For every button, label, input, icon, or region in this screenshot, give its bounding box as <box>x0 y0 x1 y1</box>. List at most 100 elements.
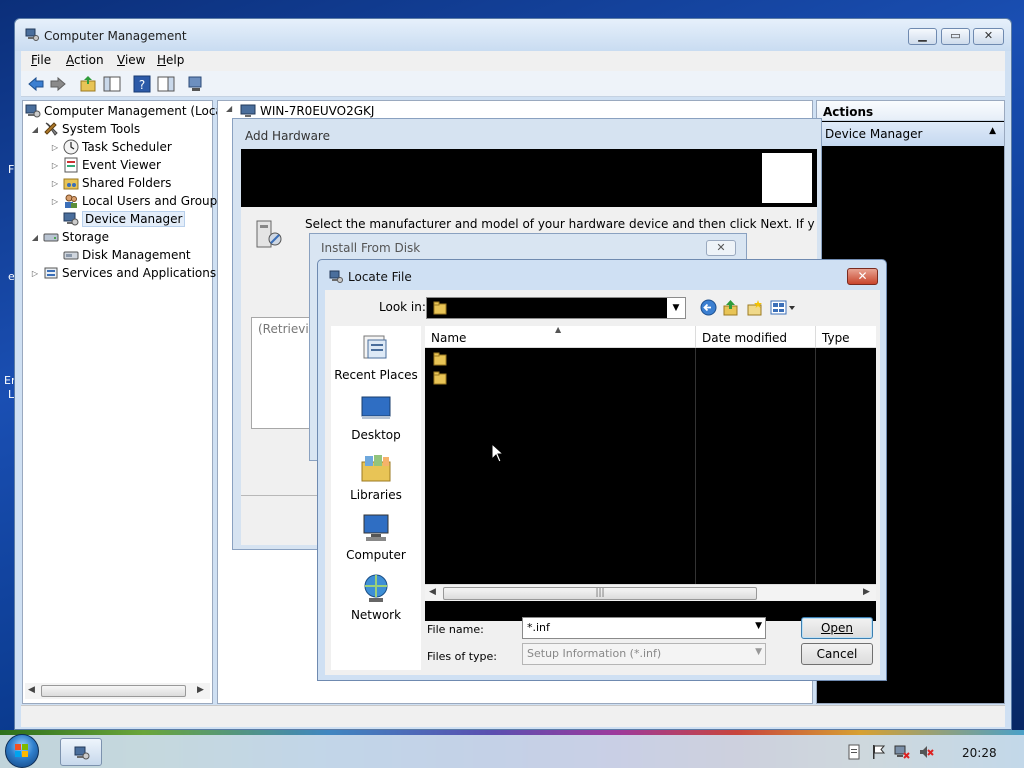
files-of-type-label: Files of type: <box>427 650 498 663</box>
place-network[interactable]: Network <box>331 572 421 622</box>
expand-triangle-icon[interactable]: ▷ <box>49 161 61 170</box>
tree-horizontal-scrollbar[interactable]: ◀ ▶ <box>25 683 210 699</box>
place-recent-places[interactable]: Recent Places <box>331 332 421 382</box>
tree-item-event-viewer[interactable]: ▷ Event Viewer <box>49 156 161 174</box>
menu-action[interactable]: Action <box>66 53 104 67</box>
collapse-triangle-icon[interactable]: ◢ <box>29 233 41 242</box>
column-header-name[interactable]: ▲ Name <box>425 325 696 348</box>
scrollbar-thumb[interactable]: ||| <box>443 587 757 600</box>
view-menu-icon[interactable] <box>770 299 796 316</box>
tree-item-system-tools[interactable]: ◢ System Tools <box>29 120 140 138</box>
cancel-button[interactable]: Cancel <box>801 643 873 665</box>
up-folder-icon[interactable] <box>79 75 97 93</box>
menu-help[interactable]: Help <box>157 53 184 67</box>
tree-item-task-scheduler[interactable]: ▷ Task Scheduler <box>49 138 172 156</box>
model-list[interactable]: (Retrieving <box>251 317 311 429</box>
file-name-input[interactable]: *.inf ▼ <box>522 617 766 639</box>
look-in-dropdown[interactable]: ▼ <box>426 297 686 319</box>
start-button[interactable] <box>5 734 39 768</box>
show-hide-tree-icon[interactable] <box>103 75 121 93</box>
dialog-title: Install From Disk <box>321 241 421 255</box>
storage-icon <box>43 233 59 242</box>
title-bar[interactable]: Computer Management ▁ ▭ ✕ <box>15 19 1011 51</box>
network-disconnected-icon[interactable] <box>894 744 910 760</box>
tree-item-root[interactable]: Computer Management (Local <box>25 102 226 120</box>
tree-item-disk-management[interactable]: Disk Management <box>49 246 191 264</box>
tree-item-storage[interactable]: ◢ Storage <box>29 228 109 246</box>
help-icon[interactable]: ? <box>133 75 151 93</box>
expand-triangle-icon[interactable]: ▷ <box>49 179 61 188</box>
services-icon <box>44 267 58 279</box>
open-button[interactable]: Open <box>801 617 873 639</box>
maximize-button[interactable]: ▭ <box>941 28 970 45</box>
tree-item-local-users[interactable]: ▷ Local Users and Groups <box>49 192 224 210</box>
folder-icon[interactable] <box>433 352 447 366</box>
close-button[interactable]: ✕ <box>847 268 878 285</box>
computer-icon <box>240 104 256 117</box>
network-icon <box>364 574 388 602</box>
dropdown-arrow-icon[interactable]: ▼ <box>755 647 762 657</box>
collapse-triangle-icon[interactable]: ◢ <box>29 125 41 134</box>
forward-arrow-icon[interactable] <box>49 75 67 93</box>
tree-item-device-manager[interactable]: Device Manager <box>49 210 186 228</box>
files-of-type-dropdown[interactable]: Setup Information (*.inf) ▼ <box>522 643 766 665</box>
menu-view[interactable]: View <box>117 53 145 67</box>
back-arrow-icon[interactable] <box>700 299 717 316</box>
expand-triangle-icon[interactable]: ▷ <box>49 143 61 152</box>
clock[interactable]: 20:28 <box>962 746 997 760</box>
windows-logo-icon <box>15 744 28 757</box>
place-desktop[interactable]: Desktop <box>331 392 421 442</box>
file-name-label: File name: <box>427 623 484 636</box>
place-computer[interactable]: Computer <box>331 512 421 562</box>
expand-triangle-icon[interactable]: ▷ <box>29 269 41 278</box>
look-in-label: Look in: <box>379 300 426 314</box>
minimize-button[interactable]: ▁ <box>908 28 937 45</box>
computer-management-icon <box>25 104 41 118</box>
folder-icon[interactable] <box>433 371 447 385</box>
column-divider <box>815 348 816 584</box>
dialog-title: Add Hardware <box>245 129 330 143</box>
column-header-type[interactable]: Type <box>816 326 876 348</box>
scroll-left-arrow-icon[interactable]: ◀ <box>429 587 436 597</box>
back-arrow-icon[interactable] <box>27 75 45 93</box>
collapse-up-icon[interactable]: ▲ <box>989 126 996 136</box>
scroll-left-arrow-icon[interactable]: ◀ <box>28 685 35 695</box>
expand-triangle-icon[interactable]: ▷ <box>49 197 61 206</box>
volume-muted-icon[interactable] <box>918 744 934 760</box>
taskbar: 20:28 <box>0 730 1024 768</box>
file-list-horizontal-scrollbar[interactable]: ◀ ||| ▶ <box>425 584 876 601</box>
computer-management-icon <box>74 746 90 760</box>
action-center-flag-icon[interactable] <box>870 744 886 760</box>
file-list[interactable]: ▲ Name Date modified Type ◀ ||| ▶ <box>425 325 876 621</box>
wizard-banner <box>241 149 817 207</box>
close-button[interactable]: ✕ <box>706 240 736 256</box>
clock-icon <box>63 139 79 155</box>
device-manager-icon <box>63 212 79 226</box>
scroll-right-arrow-icon[interactable]: ▶ <box>863 587 870 597</box>
up-folder-icon[interactable] <box>722 299 739 316</box>
column-header-date-modified[interactable]: Date modified <box>696 326 816 348</box>
new-folder-icon[interactable] <box>746 299 763 316</box>
mouse-cursor-icon <box>491 443 505 463</box>
computer-name: WIN-7R0EUVO2GKJ <box>260 104 375 118</box>
dropdown-arrow-icon[interactable]: ▼ <box>667 298 685 318</box>
taskbar-computer-management[interactable] <box>60 738 102 766</box>
place-libraries[interactable]: Libraries <box>331 452 421 502</box>
tree-item-shared-folders[interactable]: ▷ Shared Folders <box>49 174 171 192</box>
scrollbar-thumb[interactable] <box>41 685 186 697</box>
tree-item-services-apps[interactable]: ▷ Services and Applications <box>29 264 216 282</box>
show-hide-action-pane-icon[interactable] <box>157 75 175 93</box>
properties-icon[interactable] <box>187 75 205 93</box>
actions-device-manager[interactable]: Device Manager ▲ <box>817 122 1004 146</box>
desktop-icon <box>361 396 391 419</box>
window-title: Computer Management <box>44 29 187 43</box>
folder-icon <box>433 301 447 315</box>
locate-file-dialog: Locate File ✕ Look in: ▼ Recent Places D… <box>317 259 887 681</box>
menu-file[interactable]: File <box>31 53 51 67</box>
tray-document-icon[interactable] <box>846 744 862 760</box>
dropdown-arrow-icon[interactable]: ▼ <box>755 621 762 631</box>
computer-management-icon <box>329 270 343 283</box>
close-button[interactable]: ✕ <box>973 28 1004 45</box>
scroll-right-arrow-icon[interactable]: ▶ <box>197 685 204 695</box>
collapse-triangle-icon[interactable]: ◢ <box>226 104 232 113</box>
